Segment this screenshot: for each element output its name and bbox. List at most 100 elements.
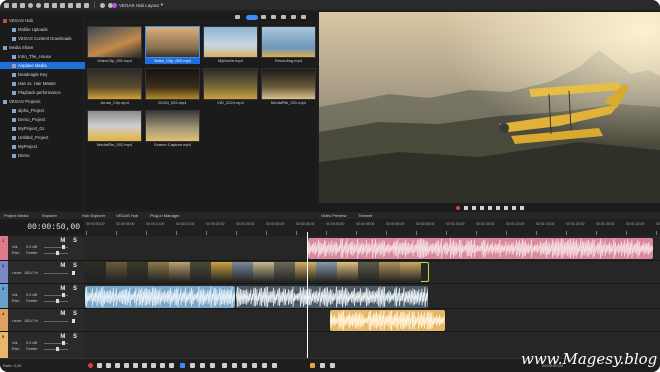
video-clip[interactable]: [85, 262, 429, 282]
tree-item[interactable]: Media Share: [0, 44, 33, 51]
record-icon[interactable]: [455, 205, 460, 210]
cut-icon[interactable]: [60, 2, 65, 8]
volume-knob[interactable]: [62, 293, 65, 297]
envelope-tool-icon[interactable]: [190, 363, 195, 368]
view-icon[interactable]: [301, 15, 306, 19]
track-header[interactable]: 3 M S Vol: 0,0 dB Pan: Center: [0, 284, 84, 309]
level-knob[interactable]: [72, 319, 75, 323]
mute-solo-buttons[interactable]: M S: [60, 286, 80, 292]
level-slider[interactable]: [44, 273, 68, 274]
track-header[interactable]: 2 M S Level: 100,0 %: [0, 261, 84, 284]
tree-item[interactable]: Untitled_Project: [0, 134, 48, 141]
tree-item[interactable]: Deadeagle Key: [0, 71, 47, 78]
audio-clip[interactable]: [85, 286, 235, 308]
track-header[interactable]: 4 M S Level: 100,0 %: [0, 309, 84, 332]
trim-end-icon[interactable]: [242, 363, 247, 368]
tree-item[interactable]: VEGAS Projects: [0, 98, 41, 105]
play-icon[interactable]: [471, 205, 476, 210]
tab-hub-explorer[interactable]: Hub Explorer: [82, 212, 105, 219]
folder-icon[interactable]: [235, 15, 240, 19]
pan-knob[interactable]: [56, 347, 59, 351]
split-icon[interactable]: [222, 363, 227, 368]
next-frame-icon[interactable]: [169, 363, 174, 368]
mute-solo-buttons[interactable]: M S: [60, 263, 80, 269]
project-icon[interactable]: [52, 2, 57, 8]
marker-icon[interactable]: [262, 363, 267, 368]
render-icon[interactable]: [44, 2, 49, 8]
tree-item[interactable]: Intro_The_House: [0, 53, 51, 60]
region-icon[interactable]: [272, 363, 277, 368]
paste-icon[interactable]: [76, 2, 81, 8]
media-thumbnail[interactable]: VID_2024.mp4: [203, 68, 258, 108]
pan-knob[interactable]: [56, 251, 59, 255]
play-from-start-icon[interactable]: [106, 363, 111, 368]
pan-knob[interactable]: [56, 299, 59, 303]
tab-vegas-hub[interactable]: VEGAS Hub: [116, 212, 138, 219]
snap-icon[interactable]: [310, 363, 315, 368]
audio-clip[interactable]: [330, 310, 445, 331]
go-start-icon[interactable]: [142, 363, 147, 368]
media-thumbnail[interactable]: Recording.mp4: [261, 26, 316, 66]
level-knob[interactable]: [72, 271, 75, 275]
tree-item[interactable]: VEGAS Content Downloads: [0, 35, 72, 42]
audio-clip[interactable]: [308, 238, 653, 259]
level-slider[interactable]: [44, 321, 68, 322]
mute-solo-buttons[interactable]: M S: [60, 238, 80, 244]
mute-solo-buttons[interactable]: M S: [60, 311, 80, 317]
tree-item[interactable]: Demo_Project: [0, 116, 45, 123]
copy-icon[interactable]: [68, 2, 73, 8]
loop-icon[interactable]: [463, 205, 468, 210]
tree-item[interactable]: MyProject: [0, 143, 37, 150]
undo-icon[interactable]: [100, 2, 105, 8]
pause-icon[interactable]: [124, 363, 129, 368]
pause-icon[interactable]: [479, 205, 484, 210]
stop-icon[interactable]: [133, 363, 138, 368]
normal-edit-tool-icon[interactable]: [180, 363, 185, 368]
track-header[interactable]: 1 M S Vol: 0,0 dB Pan: Center: [0, 236, 84, 261]
media-thumbnail[interactable]: Jenas_Clip.mp4: [87, 68, 142, 108]
tab-plugin-manager[interactable]: Plug-In Manager: [150, 212, 180, 219]
timeline-ruler[interactable]: 00:00:00;00 00:00:05;00 00:00:10;00 00:00:1…: [84, 220, 660, 237]
media-thumbnail[interactable]: Video_Clip_002.mp4: [145, 26, 200, 66]
playhead[interactable]: [307, 232, 308, 358]
stop-icon[interactable]: [487, 205, 492, 210]
tab-explorer[interactable]: Explorer: [42, 212, 57, 219]
media-thumbnail[interactable]: MyMovie.mp4: [203, 26, 258, 66]
link-icon[interactable]: [281, 15, 286, 19]
track-header[interactable]: 5 M S Vol: 0,0 dB Pan: Center: [0, 332, 84, 359]
volume-knob[interactable]: [62, 245, 65, 249]
media-thumbnail[interactable]: MediaFile_001.mp4: [261, 68, 316, 108]
rewind-icon[interactable]: [495, 205, 500, 210]
trim-start-icon[interactable]: [232, 363, 237, 368]
auto-ripple-icon[interactable]: [320, 363, 325, 368]
tree-item[interactable]: Mobile Uploads: [0, 26, 48, 33]
upload-icon[interactable]: [271, 15, 276, 19]
media-thumbnail[interactable]: Screen Capture.mp4: [145, 110, 200, 150]
prev-frame-icon[interactable]: [160, 363, 165, 368]
open-icon[interactable]: [12, 2, 17, 8]
tree-item[interactable]: Hair vs. Hair Master: [0, 80, 56, 87]
crossfade-icon[interactable]: [330, 363, 335, 368]
next-frame-icon[interactable]: [511, 205, 516, 210]
layout-selector[interactable]: VEGAS Hub Layout ▾: [112, 1, 163, 9]
delete-icon[interactable]: [84, 2, 89, 8]
record-icon[interactable]: [88, 363, 93, 368]
play-icon[interactable]: [115, 363, 120, 368]
audio-clip[interactable]: [236, 286, 428, 308]
media-thumbnail[interactable]: VideoClip_001.mp4: [87, 26, 142, 66]
tree-item[interactable]: VEGAS Hub: [0, 17, 33, 24]
gear-icon[interactable]: [36, 2, 41, 8]
tab-project-media[interactable]: Project Media: [4, 212, 28, 219]
save-icon[interactable]: [20, 2, 25, 8]
media-thumbnail[interactable]: DCIM_003.mp4: [145, 68, 200, 108]
zoom-tool-icon[interactable]: [210, 363, 215, 368]
lock-icon[interactable]: [252, 363, 257, 368]
prev-frame-icon[interactable]: [503, 205, 508, 210]
new-icon[interactable]: [4, 2, 9, 8]
tree-item[interactable]: Demo: [0, 152, 29, 159]
mute-solo-buttons[interactable]: M S: [60, 334, 80, 340]
media-thumbnail[interactable]: MediaFile_002.mp4: [87, 110, 142, 150]
settings-icon[interactable]: [28, 2, 33, 8]
go-end-icon[interactable]: [151, 363, 156, 368]
volume-knob[interactable]: [62, 341, 65, 345]
